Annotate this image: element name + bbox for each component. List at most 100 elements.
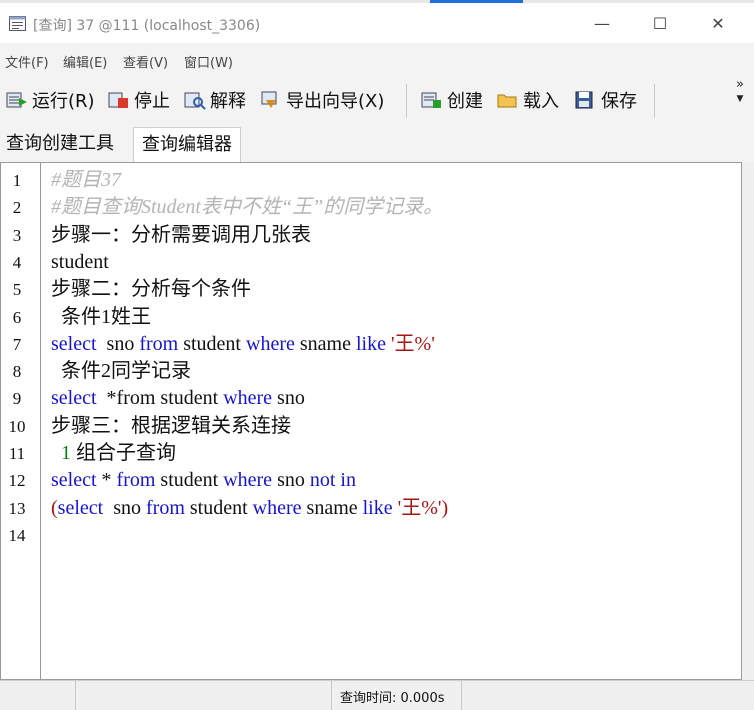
create-button[interactable]: 创建 [421,88,483,112]
sql-editor[interactable]: 1 2 3 4 5 6 7 8 9 10 11 12 13 14 #题目37 #题目查询Student表中不… [0,162,742,680]
run-button[interactable]: 运行(R) [6,88,95,112]
comment-text: #题目37 [51,169,121,191]
editor-tabs: 查询创建工具 查询编辑器 [0,124,754,162]
line-number: 8 [12,362,22,382]
create-label: 创建 [447,91,483,112]
save-icon [575,91,593,109]
code-token: sno [272,387,305,410]
sql-keyword: where [246,332,295,355]
code-token: ( [51,496,58,519]
code-line: student [51,249,109,275]
close-button[interactable]: ✕ [702,11,734,37]
code-line: select *from student where sno [51,385,305,411]
code-token: sno [96,332,140,355]
code-token: sno [103,496,146,519]
code-line: #题目37 [51,167,121,193]
status-cell [0,681,76,710]
sql-keyword: like [355,332,386,355]
toolbar: 运行(R) 停止 解释 导出向导(X) 创建 载入 保存 » ▼ [0,76,754,124]
code-line: 条件2同学记录 [51,358,191,384]
status-bar: 查询时间: 0.000s [0,680,754,710]
sql-keyword: select [51,332,97,355]
stop-button[interactable]: 停止 [108,88,170,112]
explain-icon [184,92,206,110]
stop-label: 停止 [134,91,170,112]
code-token: student [155,469,224,492]
menu-bar: 文件(F) 编辑(E) 查看(V) 窗口(W) [0,43,754,76]
tab-query-editor[interactable]: 查询编辑器 [133,127,241,162]
query-time: 查询时间: 0.000s [340,691,445,706]
line-number: 11 [8,444,26,463]
sql-keyword: like [362,496,393,519]
menu-edit[interactable]: 编辑(E) [63,52,107,71]
load-button[interactable]: 载入 [497,88,559,112]
sql-keyword: from [139,332,179,355]
code-token: 步骤一：分析需要调用几张表 [51,223,311,246]
code-token: sno [272,469,310,492]
create-icon [421,92,441,108]
line-number: 6 [12,307,22,327]
code-line: select sno from student where sname like… [51,331,435,357]
string-literal: '王%' [392,496,442,519]
maximize-button[interactable]: ☐ [644,11,676,37]
line-number: 7 [12,334,22,354]
code-line: 1 组合子查询 [51,440,176,466]
overflow-chevron-icon: » [736,77,744,92]
tab-query-builder[interactable]: 查询创建工具 [0,127,120,161]
export-wizard-button[interactable]: 导出向导(X) [260,88,384,112]
menu-window[interactable]: 窗口(W) [184,52,233,71]
window-title: [查询] 37 @111 (localhost_3306) [33,18,261,34]
menu-file[interactable]: 文件(F) [5,52,49,71]
code-line: 步骤一：分析需要调用几张表 [51,222,311,248]
code-line: 条件1姓王 [51,304,151,330]
title-bar: [查询] 37 @111 (localhost_3306) — ☐ ✕ [0,3,754,43]
explain-label: 解释 [210,91,246,112]
code-token: ) [441,496,449,519]
folder-icon [497,94,517,108]
line-number: 13 [8,498,26,518]
code-token: student [178,332,246,355]
sql-keyword: not in [309,469,356,492]
line-number: 2 [12,198,22,218]
sql-keyword: where [223,387,273,410]
code-token: 组合子查询 [71,442,176,464]
explain-button[interactable]: 解释 [184,88,246,112]
code-token: 步骤二：分析每个条件 [51,278,251,301]
comment-text: #题目查询Student表中不姓“王”的同学记录。 [51,196,444,219]
code-token: 条件1姓王 [51,305,151,328]
line-number: 5 [12,280,22,300]
run-label: 运行(R) [32,91,95,112]
line-number: 4 [12,252,22,272]
code-line: 步骤三：根据逻辑关系连接 [51,413,291,439]
dropdown-arrow-icon: ▼ [736,94,744,104]
code-token: * [96,469,117,492]
stop-icon [108,92,128,108]
toolbar-separator [654,84,655,118]
line-number: 1 [12,171,22,190]
toolbar-overflow-button[interactable]: » ▼ [734,78,746,106]
run-icon [6,92,27,108]
export-icon [261,91,277,108]
code-line: (select sno from student where sname lik… [51,495,448,521]
line-number-gutter: 1 2 3 4 5 6 7 8 9 10 11 12 13 14 [1,163,41,679]
code-token: *from student [96,387,224,410]
code-line: 步骤二：分析每个条件 [51,276,251,302]
status-cell [75,681,332,710]
sql-keyword: from [146,496,185,519]
string-literal: '王%' [385,332,435,355]
load-label: 载入 [523,91,559,112]
vertical-scrollbar[interactable] [742,162,754,680]
menu-view[interactable]: 查看(V) [123,52,168,71]
minimize-button[interactable]: — [586,11,618,37]
code-token: sname [294,332,356,355]
sql-keyword: select [57,496,104,519]
status-divider [460,681,462,710]
export-wizard-label: 导出向导(X) [286,91,385,112]
sql-keyword: where [252,496,302,519]
line-number: 12 [8,471,26,491]
save-button[interactable]: 保存 [575,88,637,112]
sql-keyword: select [51,387,97,410]
query-window-icon [9,16,26,31]
line-number: 3 [12,225,22,245]
